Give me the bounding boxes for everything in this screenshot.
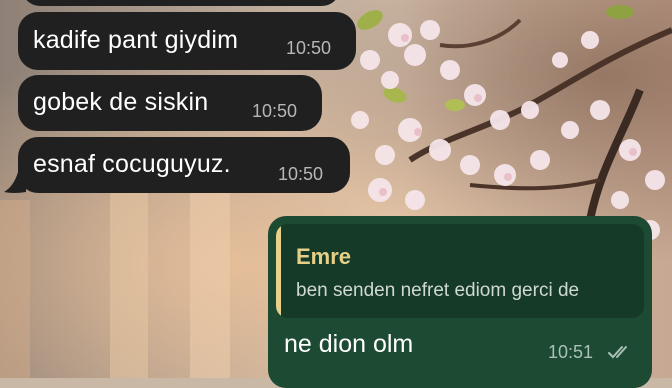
reply-quoted-text: ben senden nefret ediom gerci de: [296, 280, 580, 301]
message-bubble-incoming[interactable]: kadife pant giydim 10:50: [18, 12, 356, 70]
message-timestamp: 10:50: [286, 38, 332, 58]
message-text: esnaf cocuguyuz.: [33, 150, 231, 178]
quoted-reply[interactable]: Emre ben senden nefret ediom gerci de: [276, 224, 644, 318]
message-timestamp: 10:51: [548, 342, 594, 362]
reply-sender-name: Emre: [296, 244, 352, 269]
message-bubble-incoming[interactable]: gobek de siskin 10:50: [18, 75, 322, 131]
message-bubble-outgoing[interactable]: Emre ben senden nefret ediom gerci de ne…: [268, 216, 652, 388]
double-check-icon: [608, 346, 627, 359]
message-text: ne dion olm: [284, 330, 414, 358]
message-timestamp: 10:50: [252, 101, 298, 121]
reply-accent-bar: [276, 224, 281, 318]
message-text: gobek de siskin: [33, 88, 209, 116]
message-bubble-partial[interactable]: [22, 0, 340, 6]
message-text: kadife pant giydim: [33, 26, 239, 54]
message-timestamp: 10:50: [278, 164, 324, 184]
message-bubble-incoming[interactable]: esnaf cocuguyuz. 10:50: [18, 137, 350, 193]
